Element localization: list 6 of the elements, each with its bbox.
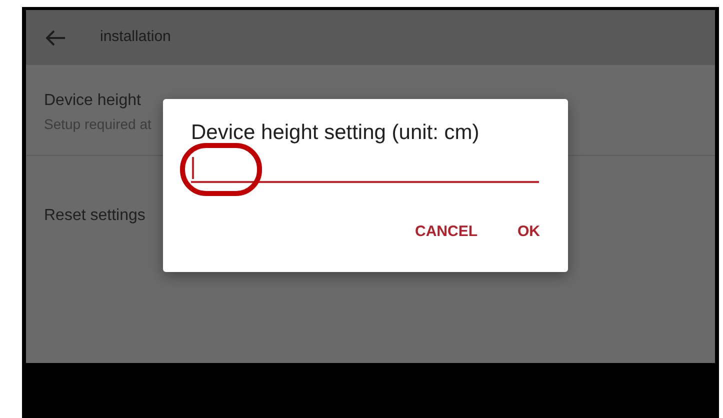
cancel-button[interactable]: CANCEL bbox=[407, 215, 486, 250]
dialog-title: Device height setting (unit: cm) bbox=[191, 121, 480, 145]
text-cursor bbox=[192, 157, 194, 179]
ok-button[interactable]: OK bbox=[510, 215, 548, 250]
screen-title: installation bbox=[100, 27, 171, 48]
back-icon[interactable] bbox=[46, 30, 66, 46]
